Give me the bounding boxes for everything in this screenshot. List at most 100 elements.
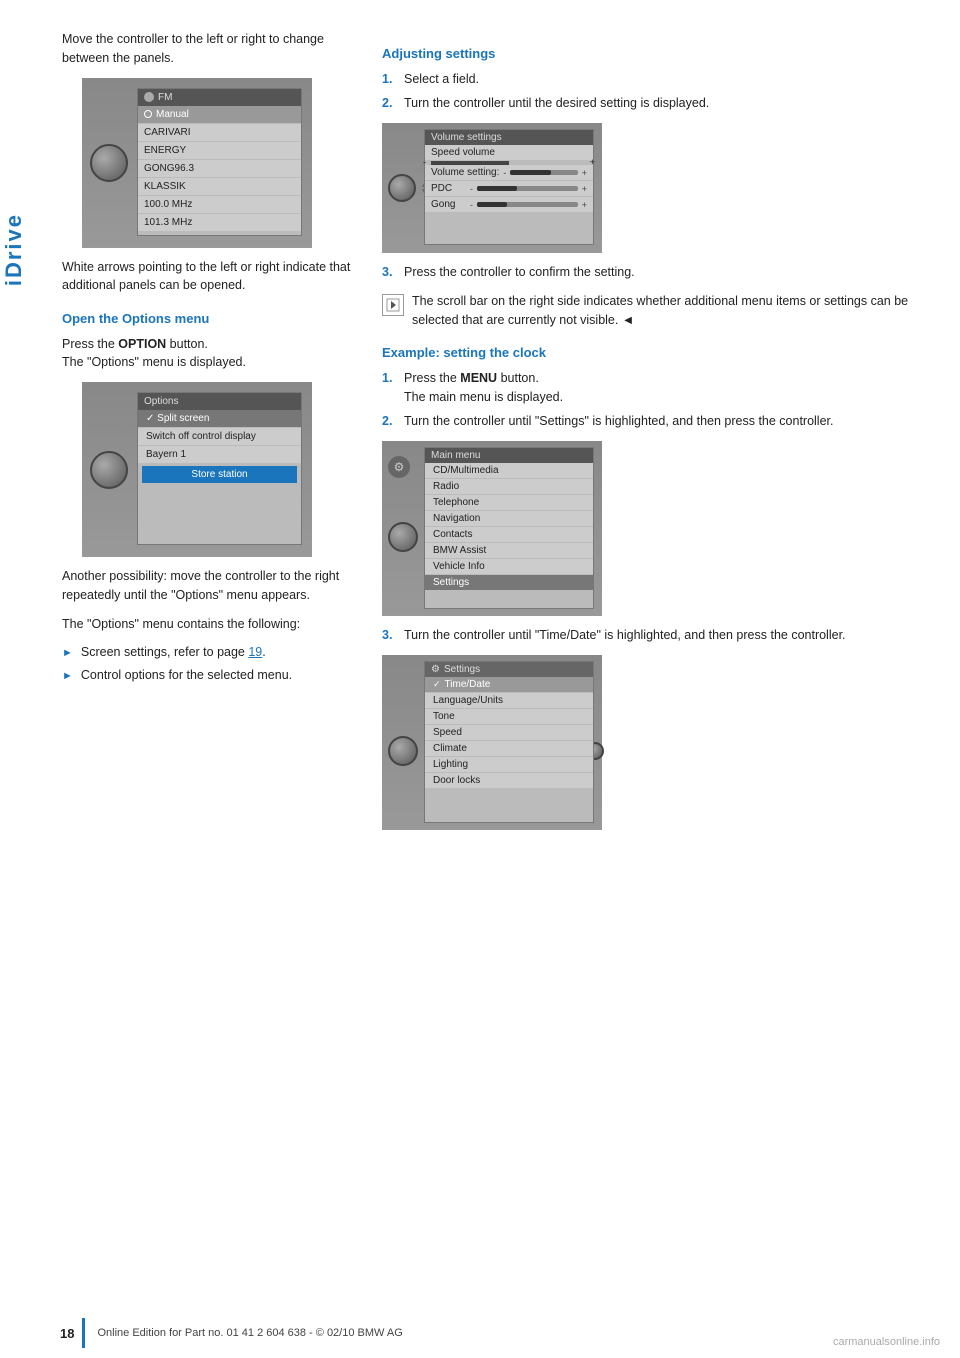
menu-row-vehicle: Vehicle Info bbox=[425, 559, 593, 575]
vol-slider-gong bbox=[477, 202, 578, 207]
vol-row-pdc: PDC - + bbox=[425, 181, 593, 197]
settings-row-climate: Climate bbox=[425, 741, 593, 757]
options-row-store: Store station bbox=[142, 466, 297, 484]
options-knob bbox=[90, 451, 128, 489]
vol-row-setting: Volume setting: - + bbox=[425, 165, 593, 181]
intro-paragraph: Move the controller to the left or right… bbox=[62, 30, 352, 68]
vol-row-gong: Gong - + bbox=[425, 197, 593, 213]
adjust-step-3: 3. Press the controller to confirm the s… bbox=[382, 263, 930, 282]
adjust-step-2: 2. Turn the controller until the desired… bbox=[382, 94, 930, 113]
check-mark-icon: ✓ bbox=[433, 679, 441, 690]
settings-screen-inner: ⚙ Settings ✓ Time/Date Language/Units To… bbox=[424, 661, 594, 823]
scroll-note: The scroll bar on the right side indicat… bbox=[382, 292, 930, 330]
footer-text: Online Edition for Part no. 01 41 2 604 … bbox=[97, 1327, 402, 1339]
sidebar-label: iDrive bbox=[0, 140, 28, 360]
settings-row-lighting: Lighting bbox=[425, 757, 593, 773]
menu-row-telephone: Telephone bbox=[425, 495, 593, 511]
menu-row-navigation: Navigation bbox=[425, 511, 593, 527]
options-displayed-text: The "Options" menu is displayed. bbox=[62, 355, 246, 369]
settings-row-doorlocks: Door locks bbox=[425, 773, 593, 789]
open-options-instruction: Press the OPTION button. The "Options" m… bbox=[62, 335, 352, 373]
main-content: Move the controller to the left or right… bbox=[32, 0, 960, 900]
main-menu-screen-mockup: ⚙ Main menu CD/Multimedia Radio Telephon… bbox=[382, 441, 602, 616]
menu-screen-inner: Main menu CD/Multimedia Radio Telephone … bbox=[424, 447, 594, 609]
scroll-right-icon bbox=[386, 298, 400, 312]
ex-step-1: 1. Press the MENU button. The main menu … bbox=[382, 369, 930, 407]
options-row-split: ✓ Split screen bbox=[138, 410, 301, 428]
gear-icon: ⚙ bbox=[388, 456, 410, 478]
adjusting-steps: 1. Select a field. 2. Turn the controlle… bbox=[382, 70, 930, 114]
menu-screen-header: Main menu bbox=[425, 448, 593, 463]
options-screen-header: Options bbox=[138, 393, 301, 410]
fm-row-carivari: CARIVARI bbox=[138, 124, 301, 142]
another-possibility: Another possibility: move the controller… bbox=[62, 567, 352, 605]
options-bullet-list: ► Screen settings, refer to page 19. ► C… bbox=[62, 643, 352, 685]
page-number: 18 bbox=[60, 1326, 74, 1341]
menu-knob bbox=[388, 522, 418, 552]
ex-step-2: 2. Turn the controller until "Settings" … bbox=[382, 412, 930, 431]
settings-knob bbox=[388, 736, 418, 766]
footer-border bbox=[82, 1318, 85, 1348]
fm-header-label: FM bbox=[158, 92, 172, 103]
fm-row-manual: Manual bbox=[138, 106, 301, 124]
fm-screen-inner: FM Manual CARIVARI ENERGY GONG96.3 KLASS… bbox=[137, 88, 302, 236]
idrive-text: iDrive bbox=[1, 213, 27, 286]
bullet-arrow-1: ► bbox=[62, 645, 73, 662]
settings-row-time: ✓ Time/Date bbox=[425, 677, 593, 693]
white-arrows-text: White arrows pointing to the left or rig… bbox=[62, 258, 352, 296]
fm-row-100: 100.0 MHz bbox=[138, 196, 301, 214]
menu-row-bmw: BMW Assist bbox=[425, 543, 593, 559]
fm-icon bbox=[144, 92, 154, 102]
options-row-bayern: Bayern 1 bbox=[138, 446, 301, 464]
ex-step-3: 3. Turn the controller until "Time/Date"… bbox=[382, 626, 930, 645]
fm-row-101: 101.3 MHz bbox=[138, 214, 301, 232]
fm-knob bbox=[90, 144, 128, 182]
settings-screen-mockup: ⚙ Settings ✓ Time/Date Language/Units To… bbox=[382, 655, 602, 830]
menu-bold: MENU bbox=[460, 371, 497, 385]
settings-row-language: Language/Units bbox=[425, 693, 593, 709]
menu-row-radio: Radio bbox=[425, 479, 593, 495]
open-options-heading: Open the Options menu bbox=[62, 309, 352, 329]
settings-row-speed: Speed bbox=[425, 725, 593, 741]
option-bold: OPTION bbox=[118, 337, 166, 351]
example-steps: 1. Press the MENU button. The main menu … bbox=[382, 369, 930, 431]
options-screen-inner: Options ✓ Split screen Switch off contro… bbox=[137, 392, 302, 545]
bullet-text-1: Screen settings, refer to page 19. bbox=[81, 643, 266, 662]
options-contains: The "Options" menu contains the followin… bbox=[62, 615, 352, 634]
fm-row-energy: ENERGY bbox=[138, 142, 301, 160]
fm-screen-mockup: ↓ FM Manual CARIVARI ENERGY GONG96.3 KLA… bbox=[82, 78, 312, 248]
page-ref-19[interactable]: 19 bbox=[248, 645, 262, 659]
example-heading: Example: setting the clock bbox=[382, 343, 930, 363]
vol-slider-setting bbox=[510, 170, 577, 175]
vol-slider-pdc bbox=[477, 186, 578, 191]
adjusting-settings-heading: Adjusting settings bbox=[382, 44, 930, 64]
bullet-item-2: ► Control options for the selected menu. bbox=[62, 666, 352, 685]
scroll-indicator-box bbox=[382, 294, 404, 316]
adjusting-step3-list: 3. Press the controller to confirm the s… bbox=[382, 263, 930, 282]
footer: 18 Online Edition for Part no. 01 41 2 6… bbox=[0, 1308, 960, 1358]
volume-screen-mockup: Volume settings Speed volume + - Volume … bbox=[382, 123, 602, 253]
settings-row-tone: Tone bbox=[425, 709, 593, 725]
vol-speed-label: Speed volume bbox=[425, 145, 593, 161]
bullet-text-2: Control options for the selected menu. bbox=[81, 666, 292, 685]
menu-row-cd: CD/Multimedia bbox=[425, 463, 593, 479]
fm-row-klassik: KLASSIK bbox=[138, 178, 301, 196]
options-screen-mockup: Options ✓ Split screen Switch off contro… bbox=[82, 382, 312, 557]
example-step3-list: 3. Turn the controller until "Time/Date"… bbox=[382, 626, 930, 645]
bullet-arrow-2: ► bbox=[62, 668, 73, 685]
vol-screen-header: Volume settings bbox=[425, 130, 593, 145]
adjust-step-1: 1. Select a field. bbox=[382, 70, 930, 89]
fm-screen-header: FM bbox=[138, 89, 301, 106]
watermark-logo: carmanualsonline.info bbox=[833, 1336, 940, 1348]
search-icon bbox=[144, 110, 152, 118]
vol-knob bbox=[388, 174, 416, 202]
settings-screen-header: ⚙ Settings bbox=[425, 662, 593, 677]
options-row-switch: Switch off control display bbox=[138, 428, 301, 446]
left-column: Move the controller to the left or right… bbox=[62, 30, 352, 840]
right-column: Adjusting settings 1. Select a field. 2.… bbox=[382, 30, 930, 840]
menu-row-contacts: Contacts bbox=[425, 527, 593, 543]
fm-row-gong: GONG96.3 bbox=[138, 160, 301, 178]
vol-screen-inner: Volume settings Speed volume + - Volume … bbox=[424, 129, 594, 245]
menu-row-settings: Settings bbox=[425, 575, 593, 591]
bullet-item-1: ► Screen settings, refer to page 19. bbox=[62, 643, 352, 662]
